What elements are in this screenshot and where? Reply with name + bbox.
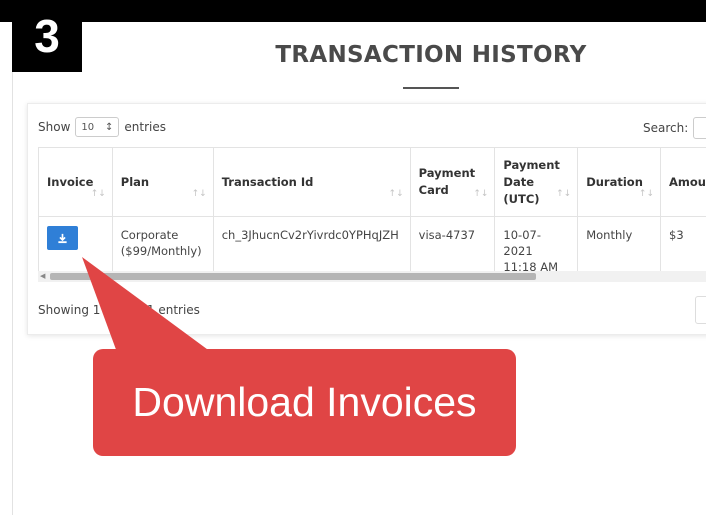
callout-text: Download Invoices bbox=[132, 379, 477, 425]
download-invoices-callout: Download Invoices bbox=[93, 349, 516, 456]
